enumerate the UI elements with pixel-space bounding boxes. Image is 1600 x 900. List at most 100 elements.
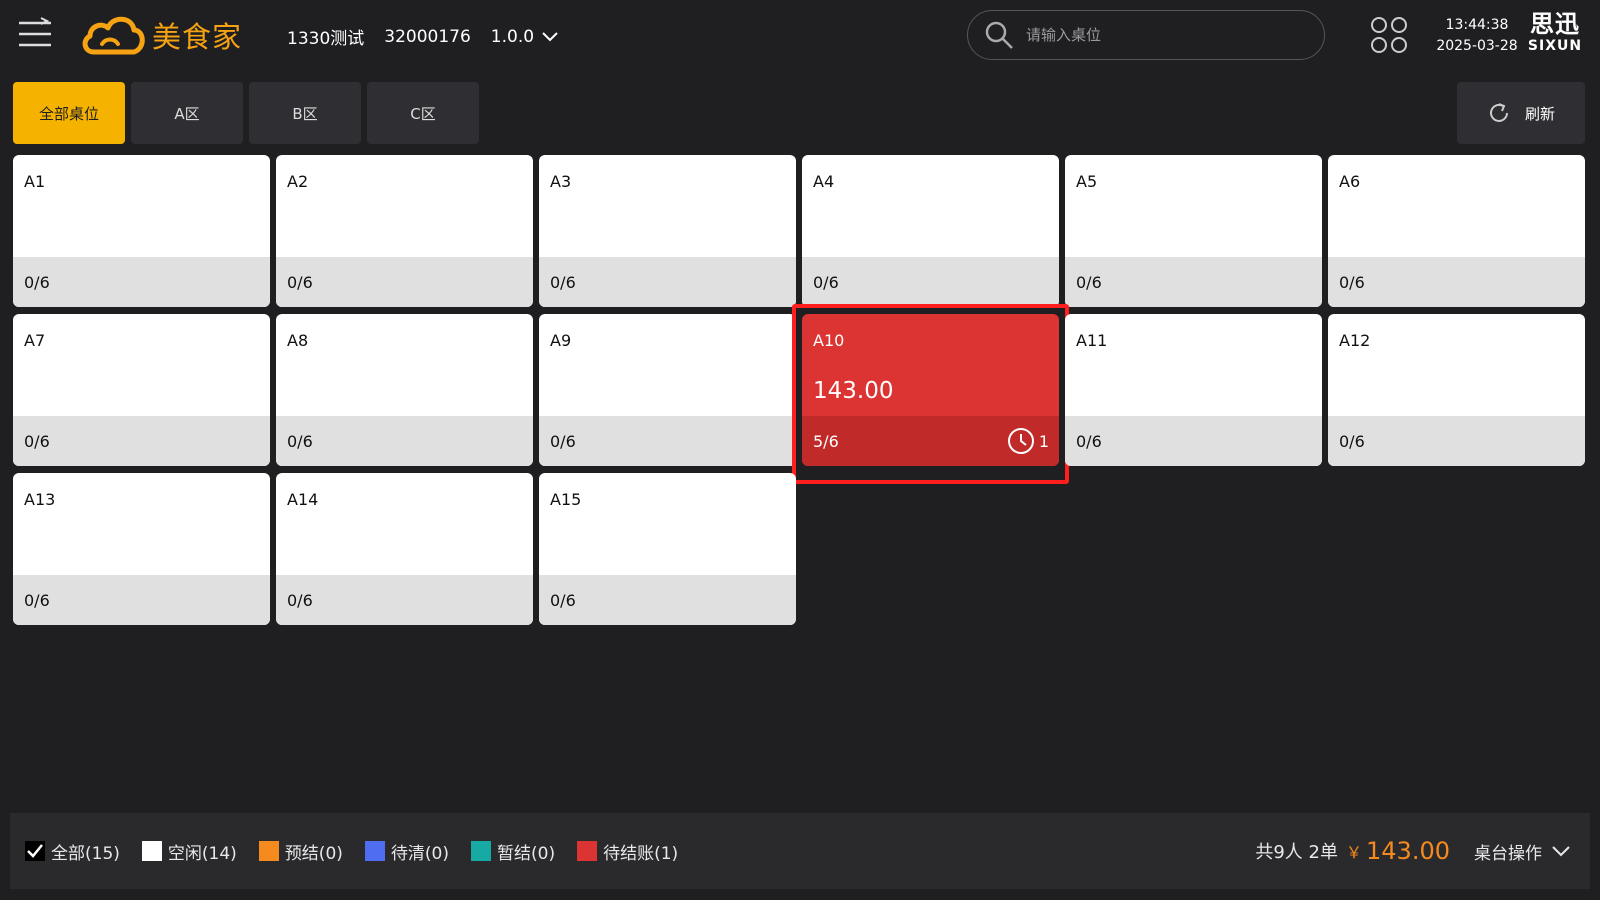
tab-area-c[interactable]: C区 (367, 82, 479, 144)
brand-cn: 思迅 (1530, 10, 1580, 38)
clock: 13:44:38 2025-03-28 (1432, 15, 1522, 57)
table-name: A1 (24, 172, 46, 191)
table-seats: 0/6 (287, 590, 313, 610)
table-card-a2[interactable]: A2 0/6 (276, 155, 533, 307)
table-card-a14[interactable]: A14 0/6 (276, 473, 533, 625)
table-footer: 0/6 (276, 416, 533, 466)
table-seats: 0/6 (550, 590, 576, 610)
total-amount: 143.00 (1366, 837, 1450, 865)
table-seats: 0/6 (24, 272, 50, 292)
table-footer: 0/6 (13, 416, 270, 466)
table-seats: 5/6 (813, 431, 839, 451)
app-logo: 美食家 (80, 14, 242, 56)
legend-filter-temp-settled[interactable]: 暂结(0) (471, 839, 555, 864)
table-name: A13 (24, 490, 56, 509)
menu-icon[interactable] (17, 16, 53, 52)
table-card-a10[interactable]: A10 143.00 5/6 1 (802, 314, 1059, 466)
table-seats: 0/6 (550, 431, 576, 451)
tab-all[interactable]: 全部桌位 (13, 82, 125, 144)
status-swatch (471, 841, 491, 861)
table-card-a4[interactable]: A4 0/6 (802, 155, 1059, 307)
status-swatch (141, 841, 162, 861)
currency-symbol: ￥ (1346, 843, 1363, 862)
table-name: A12 (1339, 331, 1371, 350)
table-card-a12[interactable]: A12 0/6 (1328, 314, 1585, 466)
table-card-a8[interactable]: A8 0/6 (276, 314, 533, 466)
version-label: 1.0.0 (490, 26, 535, 47)
top-bar: 美食家 1330测试 32000176 1.0.0 13:44:38 2025-… (0, 0, 1600, 70)
version-dropdown[interactable]: 1.0.0 (491, 27, 558, 47)
refresh-button[interactable]: 刷新 (1457, 82, 1585, 144)
table-name: A15 (550, 490, 582, 509)
timer-count: 1 (1038, 431, 1049, 451)
table-card-a1[interactable]: A1 0/6 (13, 155, 270, 307)
table-seats: 0/6 (1339, 272, 1365, 292)
status-legend: 全部(15) 空闲(14) 预结(0) 待清(0) 暂结(0) 待结账(1) (25, 839, 700, 864)
table-seats: 0/6 (1076, 272, 1102, 292)
table-name: A3 (550, 172, 572, 191)
area-tabs: 全部桌位 A区 B区 C区 (13, 82, 485, 144)
status-swatch (364, 841, 385, 861)
tab-area-b[interactable]: B区 (249, 82, 361, 144)
table-operations-dropdown[interactable]: 桌台操作 (1474, 839, 1570, 864)
table-footer: 0/6 (539, 416, 796, 466)
clock-time: 13:44:38 (1445, 17, 1509, 33)
legend-label: 全部(15) (51, 843, 120, 864)
legend-filter-pre-settled[interactable]: 预结(0) (258, 839, 343, 864)
table-card-a6[interactable]: A6 0/6 (1328, 155, 1585, 307)
table-card-a7[interactable]: A7 0/6 (13, 314, 270, 466)
table-name: A10 (813, 331, 845, 350)
table-seats: 0/6 (813, 272, 839, 292)
table-footer: 0/6 (1328, 416, 1585, 466)
clock-icon (1007, 428, 1034, 454)
legend-label: 暂结(0) (497, 843, 556, 864)
status-swatch (258, 841, 279, 861)
table-footer: 5/6 1 (802, 416, 1059, 466)
legend-label: 预结(0) (284, 843, 343, 864)
table-seats: 0/6 (24, 431, 50, 451)
table-seats: 0/6 (1339, 431, 1365, 451)
table-card-a11[interactable]: A11 0/6 (1065, 314, 1322, 466)
search-icon (985, 21, 1013, 49)
table-card-a9[interactable]: A9 0/6 (539, 314, 796, 466)
table-search[interactable] (967, 10, 1325, 60)
table-footer: 0/6 (802, 257, 1059, 307)
guest-order-count: 共9人 2单 (1255, 842, 1338, 863)
table-seats: 0/6 (550, 272, 576, 292)
legend-filter-idle[interactable]: 空闲(14) (141, 839, 237, 864)
order-summary: 共9人 2单 ￥ 143.00 桌台操作 (1255, 813, 1570, 889)
table-card-a15[interactable]: A15 0/6 (539, 473, 796, 625)
table-card-a3[interactable]: A3 0/6 (539, 155, 796, 307)
table-name: A6 (1339, 172, 1361, 191)
legend-filter-pending-checkout[interactable]: 待结账(1) (577, 839, 678, 864)
clock-date: 2025-03-28 (1436, 38, 1518, 54)
table-card-a5[interactable]: A5 0/6 (1065, 155, 1322, 307)
cloud-icon (82, 16, 145, 55)
checkbox-checked-icon (25, 841, 45, 861)
table-seats: 0/6 (1076, 431, 1102, 451)
search-input[interactable] (1026, 26, 1306, 44)
chevron-down-icon (1552, 845, 1570, 856)
legend-filter-all[interactable]: 全部(15) (25, 839, 120, 864)
legend-label: 空闲(14) (167, 843, 237, 864)
table-name: A7 (24, 331, 46, 350)
status-footer: 全部(15) 空闲(14) 预结(0) 待清(0) 暂结(0) 待结账(1) 共9人 2单… (10, 813, 1590, 889)
table-name: A2 (287, 172, 309, 191)
table-card-a13[interactable]: A13 0/6 (13, 473, 270, 625)
apps-grid-icon[interactable] (1370, 16, 1408, 54)
status-swatch (577, 841, 598, 861)
table-name: A14 (287, 490, 319, 509)
chevron-down-icon (542, 31, 558, 41)
table-operations-label: 桌台操作 (1474, 843, 1542, 864)
legend-label: 待结账(1) (603, 843, 679, 864)
table-footer: 0/6 (539, 575, 796, 625)
table-name: A9 (550, 331, 572, 350)
legend-label: 待清(0) (390, 843, 449, 864)
table-footer: 0/6 (1065, 257, 1322, 307)
tab-area-a[interactable]: A区 (131, 82, 243, 144)
store-name: 1330测试 (287, 29, 365, 49)
table-footer: 0/6 (276, 257, 533, 307)
refresh-icon (1490, 103, 1508, 122)
legend-filter-to-clear[interactable]: 待清(0) (364, 839, 449, 864)
table-footer: 0/6 (1065, 416, 1322, 466)
